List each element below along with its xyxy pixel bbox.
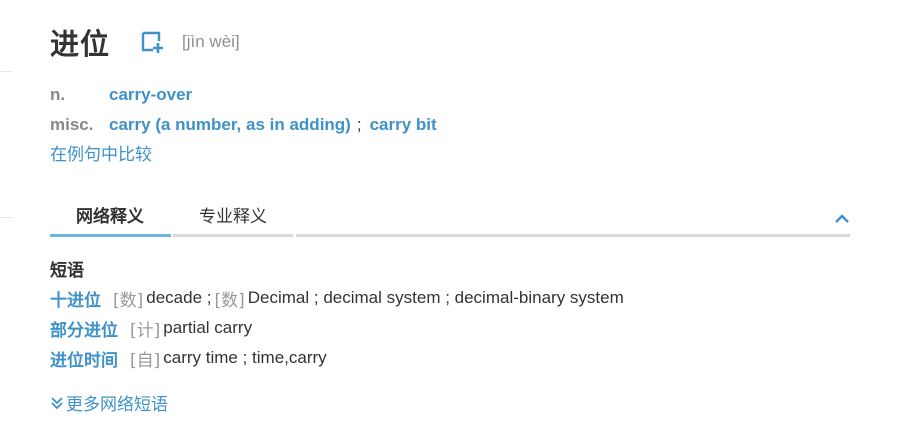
left-edge-marker-top [0,71,12,72]
phrase-row: 十进位 [数] decade ; [数] Decimal ; decimal s… [50,283,627,313]
phrase-list: 十进位 [数] decade ; [数] Decimal ; decimal s… [50,283,627,373]
basic-definitions: n. carry-over misc. carry (a number, as … [50,80,437,140]
phrase-row: 部分进位 [计] partial carry [50,313,627,343]
tab-underline [173,234,293,237]
domain-tag: [自] [130,350,161,371]
add-to-wordbook-button[interactable] [140,29,166,55]
domain-tag: [数] [214,290,245,311]
pinyin: [jìn wèi] [182,32,240,51]
definition-row: n. carry-over [50,80,437,110]
double-chevron-down-icon [50,396,64,410]
phrase-word[interactable]: 部分进位 [50,316,118,341]
tab-underline-active [50,234,171,237]
collapse-button[interactable] [834,211,850,225]
definition-tabs: 网络释义 专业释义 [50,200,850,238]
more-web-phrases-link[interactable]: 更多网络短语 [50,390,168,415]
domain-tag: [数] [113,290,144,311]
definition-link[interactable]: carry (a number, as in adding) [109,115,351,135]
domain-tag: [计] [130,320,161,341]
definition-row: misc. carry (a number, as in adding) ; c… [50,110,437,140]
compare-in-examples-link[interactable]: 在例句中比较 [50,140,152,165]
tab-underline-rest [296,234,850,237]
part-of-speech: misc. [50,115,94,134]
phrases-heading: 短语 [50,261,84,281]
definition-link[interactable]: carry bit [370,115,437,135]
entry-header: 进位 [jìn wèi] [50,22,240,62]
part-of-speech: n. [50,85,66,104]
more-web-phrases-label: 更多网络短语 [66,395,168,415]
tab-professional-definitions[interactable]: 专业释义 [173,200,293,235]
phrase-translation: decade ; [146,288,212,307]
left-edge-marker-bottom [0,217,12,218]
phrase-translation: carry time ; time,carry [163,348,327,367]
definition-separator: ; [356,115,362,134]
tab-web-definitions[interactable]: 网络释义 [50,200,170,235]
chevron-up-icon [835,214,849,223]
phrase-row: 进位时间 [自] carry time ; time,carry [50,343,627,373]
phrase-translation: Decimal ; decimal system ; decimal-binar… [247,288,624,307]
phrase-word[interactable]: 十进位 [50,286,101,311]
definition-link[interactable]: carry-over [109,85,192,105]
headword: 进位 [50,27,111,61]
phrase-word[interactable]: 进位时间 [50,346,118,371]
phrase-translation: partial carry [163,318,253,337]
add-to-wordbook-icon [141,31,164,53]
